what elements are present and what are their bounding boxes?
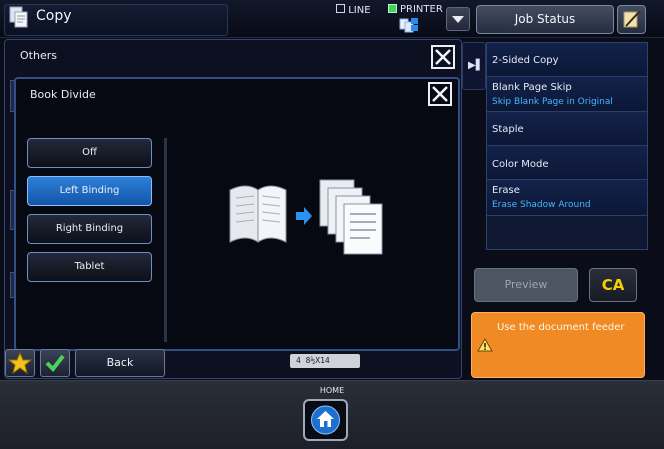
feature-item-sublabel: Erase Shadow Around <box>492 200 591 210</box>
printer-jobs-icon <box>399 18 418 33</box>
feature-item-sublabel: Skip Blank Page in Original <box>492 97 613 107</box>
favorites-button[interactable] <box>5 349 35 377</box>
feature-item-erase[interactable]: Erase Erase Shadow Around <box>487 180 647 216</box>
status-dropdown-button[interactable] <box>446 7 470 31</box>
warning-icon <box>477 338 493 352</box>
feature-item-label: Color Mode <box>492 159 549 170</box>
feature-item-color-mode[interactable]: Color Mode <box>487 146 647 180</box>
close-icon <box>432 86 448 102</box>
feature-item-label: Erase <box>492 185 520 196</box>
home-label: HOME <box>319 386 345 395</box>
feature-item-label: 2-Sided Copy <box>492 55 559 66</box>
others-dialog-title: Others <box>20 49 57 62</box>
option-off[interactable]: Off <box>27 138 152 168</box>
help-notepad-icon <box>623 11 641 28</box>
preview-button[interactable]: Preview <box>474 268 578 302</box>
confirm-button[interactable] <box>40 349 70 377</box>
close-icon <box>435 49 451 65</box>
option-right-binding[interactable]: Right Binding <box>27 214 152 244</box>
job-status-button[interactable]: Job Status <box>476 5 614 34</box>
star-icon <box>7 351 33 375</box>
chevron-down-icon <box>452 16 464 23</box>
feature-item-label: Blank Page Skip <box>492 82 572 93</box>
expand-arrow-icon: ▶▌ <box>468 60 484 71</box>
help-button[interactable] <box>617 5 646 34</box>
copy-documents-icon <box>9 6 28 28</box>
home-button[interactable] <box>303 399 348 441</box>
printer-status: PRINTER <box>388 4 443 15</box>
feature-item-staple[interactable]: Staple <box>487 112 647 146</box>
feature-item-blank-page-skip[interactable]: Blank Page Skip Skip Blank Page in Origi… <box>487 77 647 112</box>
back-button[interactable]: Back <box>75 349 165 377</box>
option-tablet[interactable]: Tablet <box>27 252 152 282</box>
checkmark-icon <box>45 354 65 373</box>
line-status: LINE <box>336 4 371 16</box>
clear-all-button[interactable]: CA <box>589 268 637 302</box>
book-divide-title: Book Divide <box>30 88 96 101</box>
paper-size-indicator: 4 8½X14 <box>290 354 360 368</box>
option-left-binding[interactable]: Left Binding <box>27 176 152 206</box>
feature-list: 2-Sided Copy Blank Page Skip Skip Blank … <box>486 42 648 250</box>
line-checkbox-icon <box>336 4 345 13</box>
printer-status-label: PRINTER <box>400 4 443 15</box>
others-close-button[interactable] <box>431 45 455 69</box>
feature-item-label: Staple <box>492 124 524 135</box>
options-divider <box>164 138 167 342</box>
line-status-label: LINE <box>348 5 371 16</box>
book-divide-close-button[interactable] <box>428 82 452 106</box>
feature-item-2-sided-copy[interactable]: 2-Sided Copy <box>487 43 647 77</box>
mode-title: Copy <box>36 8 72 24</box>
message-text: Use the document feeder <box>497 322 625 333</box>
book-to-pages-illustration-icon <box>229 179 383 255</box>
home-icon <box>311 405 340 435</box>
